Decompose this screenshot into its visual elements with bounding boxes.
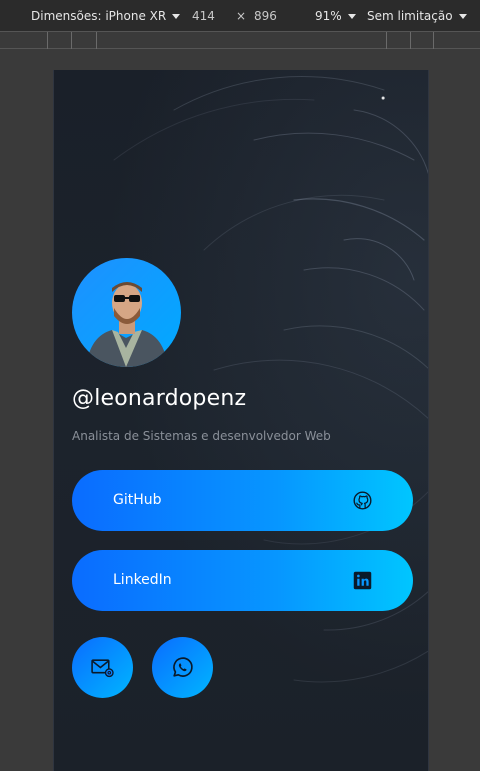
linkedin-icon [353,571,372,590]
dimension-separator: × [236,9,247,23]
chevron-down-icon [172,13,181,19]
profile-photo [86,282,168,367]
media-query-ruler[interactable] [0,31,480,49]
height-input[interactable]: 896 [254,9,277,23]
avatar [72,258,181,367]
linkedin-link-button[interactable]: LinkedIn [72,550,413,611]
chevron-down-icon [347,13,356,19]
chevron-down-icon [458,13,467,19]
github-link-label: GitHub [113,492,162,508]
whatsapp-icon [173,657,193,677]
linkedin-link-label: LinkedIn [113,572,172,588]
ruler-tick [386,32,387,49]
ruler-tick [71,32,72,49]
device-select-label: Dimensões: iPhone XR [31,9,167,23]
ruler-tick [410,32,411,49]
ruler-tick [47,32,48,49]
whatsapp-button[interactable] [152,637,213,698]
throttle-select-label: Sem limitação [367,9,453,23]
ruler-tick [433,32,434,49]
ruler-tick [96,32,97,49]
throttle-select[interactable]: Sem limitação [367,9,467,23]
device-select[interactable]: Dimensões: iPhone XR [31,9,181,23]
zoom-select[interactable]: 91% [315,9,356,23]
width-input[interactable]: 414 [192,9,215,23]
zoom-select-label: 91% [315,9,342,23]
profile-handle: @leonardopenz [72,386,247,411]
github-link-button[interactable]: GitHub [72,470,413,531]
email-button[interactable] [72,637,133,698]
github-icon [353,491,372,510]
device-viewport: @leonardopenz Analista de Sistemas e des… [53,70,429,771]
email-icon [91,659,114,678]
profile-subtitle: Analista de Sistemas e desenvolvedor Web [72,429,331,443]
devtools-device-toolbar: Dimensões: iPhone XR 414 × 896 91% Sem l… [0,0,480,31]
